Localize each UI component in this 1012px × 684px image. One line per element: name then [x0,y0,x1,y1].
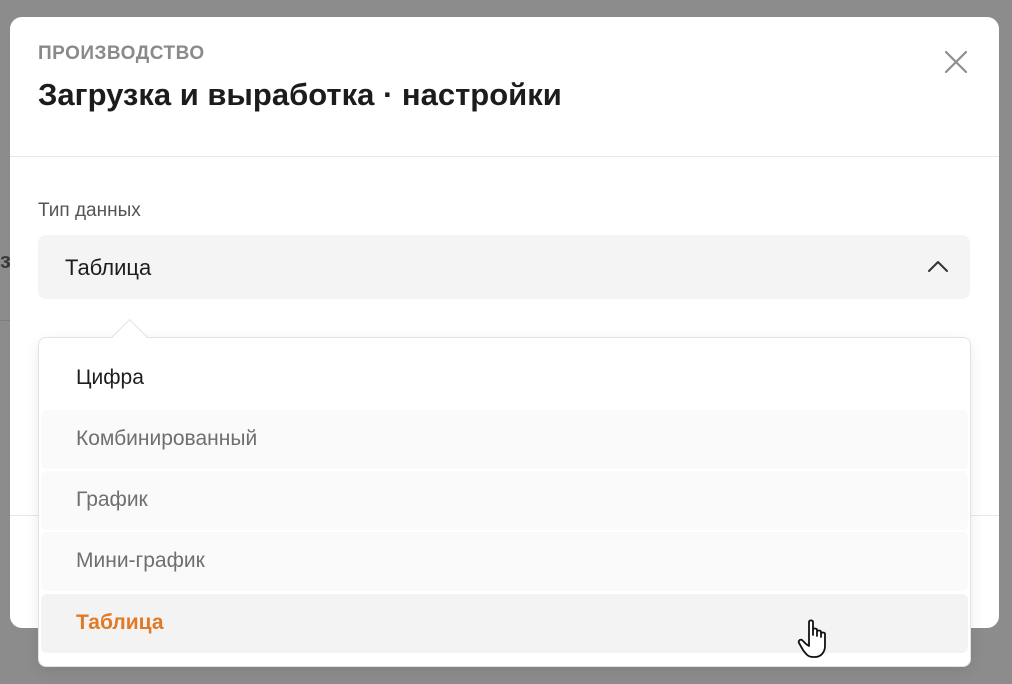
close-icon [944,50,968,74]
data-type-select[interactable]: Таблица [38,235,970,299]
option-digit[interactable]: Цифра [41,349,968,408]
close-button[interactable] [941,47,971,77]
modal-eyebrow: ПРОИЗВОДСТВО [38,43,205,64]
modal-header: ПРОИЗВОДСТВО Загрузка и выработка · наст… [10,17,999,157]
option-mini-chart[interactable]: Мини-график [41,532,968,591]
option-label: График [76,488,148,511]
option-label: Таблица [76,611,164,634]
data-type-label: Тип данных [38,200,141,221]
option-label: Цифра [76,366,144,389]
data-type-dropdown: Цифра Комбинированный График Мини-график… [38,318,971,667]
data-type-selected-value: Таблица [65,255,152,280]
modal-title: Загрузка и выработка · настройки [38,77,562,112]
hand-pointer-icon [797,618,831,660]
option-chart[interactable]: График [41,471,968,530]
option-label: Мини-график [76,549,205,572]
option-combined[interactable]: Комбинированный [41,410,968,469]
chevron-up-icon [926,255,950,279]
background-divider [0,320,10,321]
option-label: Комбинированный [76,427,258,450]
